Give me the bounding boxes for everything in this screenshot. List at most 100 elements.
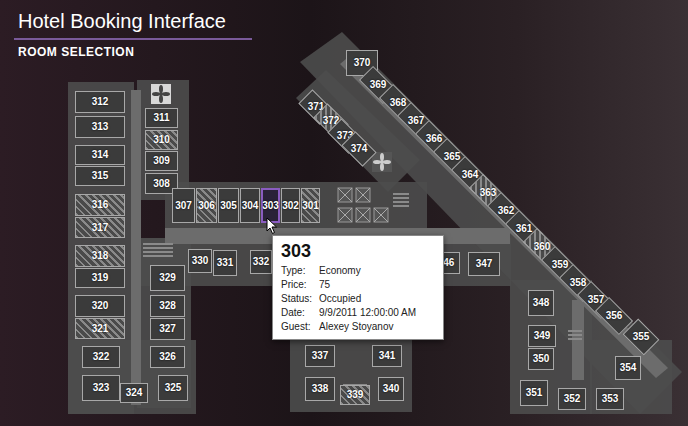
room[interactable]: 325 (158, 375, 188, 401)
field-label: Date: (281, 306, 319, 320)
room[interactable]: 317 (75, 217, 125, 238)
room[interactable]: 340 (378, 377, 404, 401)
room[interactable]: 324 (120, 383, 148, 403)
room[interactable]: 347 (468, 252, 500, 276)
room[interactable]: 301 (301, 188, 320, 223)
tooltip-row: Guest:Alexey Stoyanov (281, 320, 435, 334)
room-number: 301 (301, 188, 320, 223)
room[interactable]: 309 (145, 151, 178, 171)
room[interactable]: 303 (261, 188, 280, 223)
room[interactable]: 314 (75, 145, 125, 165)
room-number: 321 (75, 318, 125, 339)
room[interactable]: 351 (520, 380, 548, 406)
room[interactable]: 349 (528, 325, 556, 347)
room-number: 325 (158, 375, 188, 401)
room[interactable]: 332 (250, 250, 272, 274)
room[interactable]: 327 (150, 318, 185, 340)
room[interactable]: 315 (75, 166, 125, 186)
room-number: 330 (188, 249, 212, 273)
room[interactable]: 321 (75, 318, 125, 339)
room-number: 313 (75, 116, 125, 138)
room[interactable]: 331 (213, 250, 237, 276)
room[interactable]: 312 (75, 91, 125, 113)
room-number: 322 (82, 346, 120, 368)
room-number: 304 (240, 188, 260, 223)
room-number: 350 (528, 348, 554, 370)
field-value: Alexey Stoyanov (319, 320, 394, 334)
room-number: 329 (150, 265, 185, 291)
room-number: 331 (213, 250, 237, 276)
room[interactable]: 337 (305, 345, 335, 367)
room-layer: 3123133143153163173183193203213223233243… (0, 0, 688, 426)
room[interactable]: 341 (372, 345, 402, 367)
tooltip-row: Status:Occupied (281, 292, 435, 306)
room[interactable]: 350 (528, 348, 554, 370)
room-number: 302 (281, 188, 300, 223)
room[interactable]: 352 (558, 388, 586, 410)
field-label: Status: (281, 292, 319, 306)
room-number: 356 (597, 306, 631, 326)
room[interactable]: 323 (82, 375, 120, 401)
room[interactable]: 319 (75, 268, 125, 288)
room[interactable]: 311 (145, 108, 178, 128)
room[interactable]: 313 (75, 116, 125, 138)
room[interactable]: 320 (75, 295, 125, 317)
room[interactable]: 354 (615, 356, 641, 380)
room-number: 306 (196, 188, 217, 223)
room[interactable]: 329 (150, 265, 185, 291)
room[interactable]: 353 (596, 388, 624, 410)
room[interactable]: 356 (597, 306, 631, 326)
room-number: 338 (305, 377, 335, 401)
room-tooltip: 303 Type:EconomyPrice:75Status:OccupiedD… (272, 235, 444, 340)
tooltip-row: Price:75 (281, 278, 435, 292)
room-number: 311 (145, 108, 178, 128)
room-number: 374 (344, 139, 374, 159)
room[interactable]: 306 (196, 188, 217, 223)
app-title: Hotel Booking Interface (14, 8, 254, 34)
room[interactable]: 302 (281, 188, 300, 223)
room[interactable]: 318 (75, 245, 125, 267)
room[interactable]: 328 (150, 295, 185, 317)
room-number: 354 (615, 356, 641, 380)
section-title: ROOM SELECTION (14, 44, 254, 60)
field-value: 75 (319, 278, 330, 292)
room[interactable]: 355 (626, 326, 656, 348)
booking-screen: Hotel Booking Interface ROOM SELECTION (0, 0, 688, 426)
room-number: 323 (82, 375, 120, 401)
room[interactable]: 339 (340, 385, 370, 405)
room[interactable]: 374 (344, 139, 374, 159)
room[interactable]: 316 (75, 194, 125, 216)
room[interactable]: 326 (150, 346, 185, 368)
room-number: 310 (145, 130, 178, 150)
room[interactable]: 310 (145, 130, 178, 150)
room-number: 307 (172, 188, 195, 223)
room-number: 312 (75, 91, 125, 113)
room-number: 349 (528, 325, 556, 347)
tooltip-row: Type:Economy (281, 264, 435, 278)
room[interactable]: 304 (240, 188, 260, 223)
tooltip-fields: Type:EconomyPrice:75Status:OccupiedDate:… (281, 264, 435, 334)
tooltip-title: 303 (281, 240, 435, 262)
room[interactable]: 305 (218, 188, 239, 223)
field-value: 9/9/2011 12:00:00 AM (319, 306, 416, 320)
room[interactable]: 330 (188, 249, 212, 273)
room-number: 340 (378, 377, 404, 401)
room-number: 326 (150, 346, 185, 368)
room[interactable]: 348 (528, 290, 554, 316)
room-number: 305 (218, 188, 239, 223)
room[interactable]: 307 (172, 188, 195, 223)
room-number: 315 (75, 166, 125, 186)
room-number: 320 (75, 295, 125, 317)
cursor-icon (266, 217, 278, 235)
title-underline (14, 38, 252, 40)
fan-icon (151, 84, 171, 104)
room-number: 355 (626, 326, 656, 348)
fan-icon (372, 152, 392, 172)
room[interactable]: 338 (305, 377, 335, 401)
tooltip-row: Date:9/9/2011 12:00:00 AM (281, 306, 435, 320)
field-label: Guest: (281, 320, 319, 334)
field-label: Price: (281, 278, 319, 292)
room-number: 339 (340, 385, 370, 405)
room[interactable]: 322 (82, 346, 120, 368)
room-number: 341 (372, 345, 402, 367)
